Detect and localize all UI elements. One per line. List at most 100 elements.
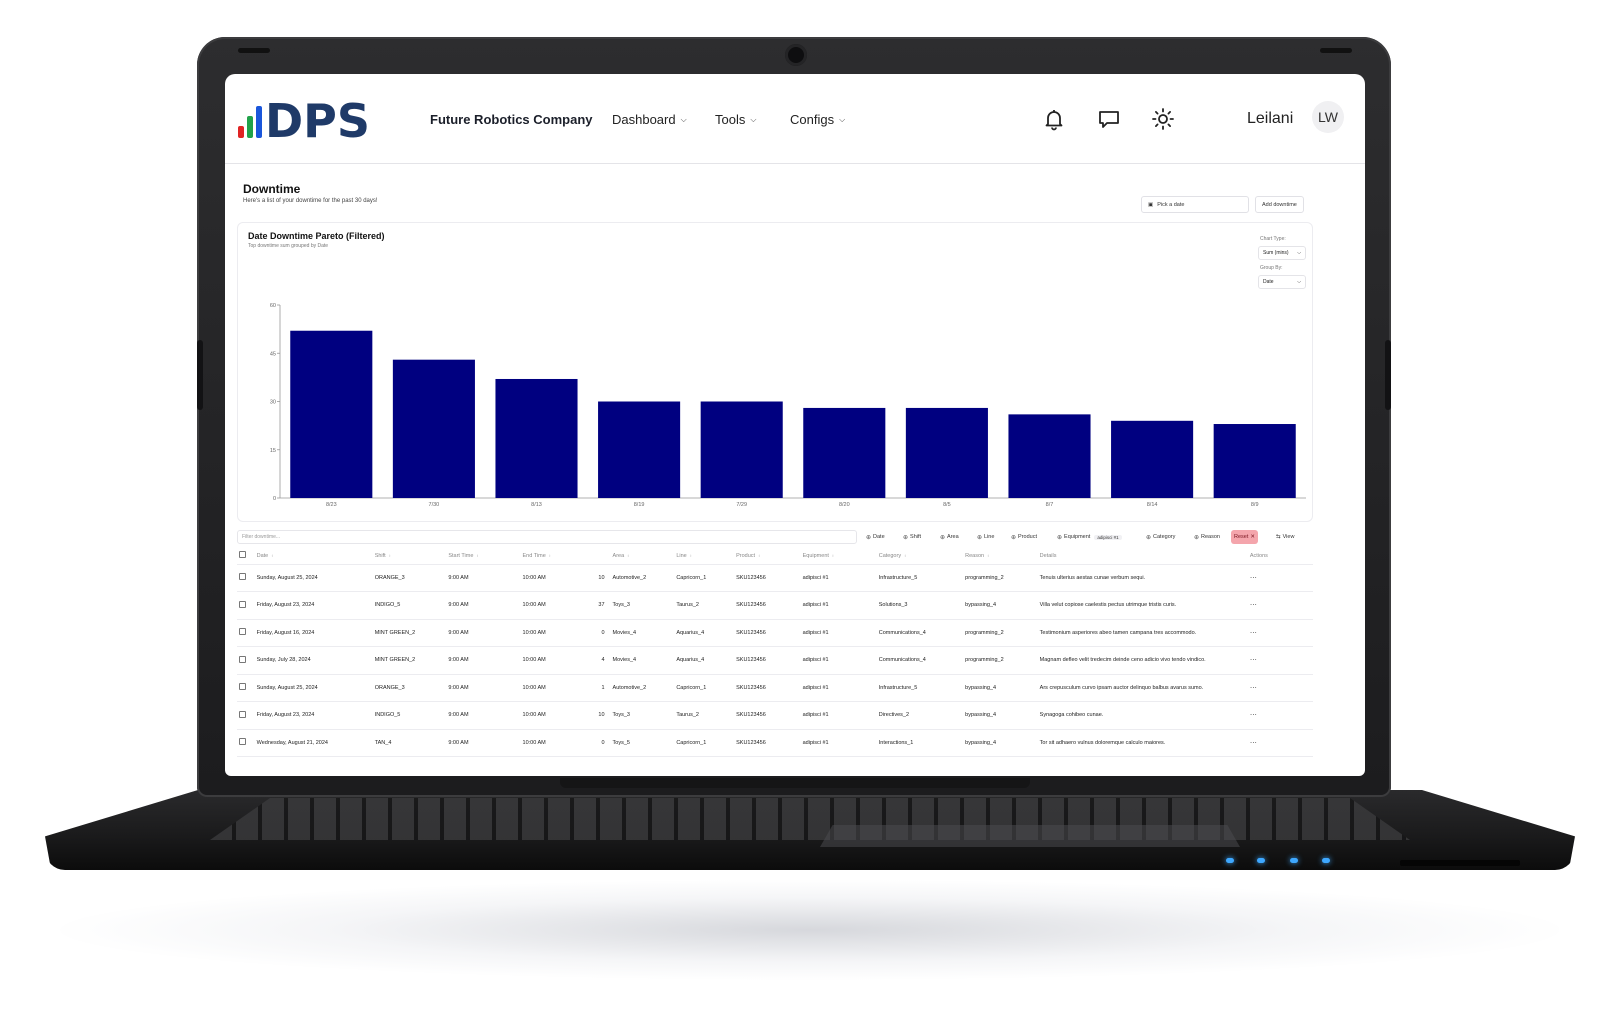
table-row[interactable]: Friday, August 23, 2024 INDIGO_5 9:00 AM 10… — [237, 591, 1313, 620]
col-product[interactable]: Product ↕ — [734, 548, 801, 565]
avatar[interactable]: LW — [1312, 101, 1344, 133]
col-shift[interactable]: Shift ↕ — [372, 548, 447, 565]
table-row[interactable]: Friday, August 23, 2024 INDIGO_5 9:00 AM 10… — [237, 701, 1313, 730]
chevron-down-icon: ⌵ — [1297, 250, 1301, 256]
date-picker-button[interactable]: ▣ Pick a date — [1141, 196, 1249, 213]
row-checkbox[interactable] — [239, 738, 246, 746]
row-date: Sunday, August 25, 2024 — [254, 674, 373, 702]
row-product: SKU123456 — [734, 646, 801, 675]
row-equipment: adipisci #1 — [800, 674, 877, 702]
plus-circle-icon: ⊕ — [977, 534, 983, 541]
filter-date[interactable]: ⊕ Date — [863, 530, 888, 544]
filter-area[interactable]: ⊕ Area — [937, 530, 962, 544]
row-checkbox[interactable] — [239, 600, 246, 608]
table-row[interactable]: Friday, August 16, 2024 MINT GREEN_2 9:00 … — [237, 619, 1313, 647]
col-date[interactable]: Date ↕ — [254, 548, 373, 565]
reset-filters-button[interactable]: Reset ✕ — [1231, 530, 1258, 544]
row-line: Capricorn_1 — [674, 564, 735, 592]
table-row[interactable]: Sunday, August 25, 2024 ORANGE_3 9:00 AM 10… — [237, 564, 1313, 592]
filter-equipment-tag: adipisci #1 — [1094, 534, 1122, 540]
filter-shift[interactable]: ⊕ Shift — [900, 530, 924, 544]
row-area: Toys_3 — [610, 701, 675, 730]
col-start-label: Start Time — [448, 552, 474, 559]
filter-input[interactable]: Filter downtime... — [237, 530, 857, 544]
company-name: Future Robotics Company — [430, 112, 593, 127]
col-end[interactable]: End Time ↕ — [520, 548, 586, 565]
row-duration: 0 — [585, 619, 611, 647]
chart-type-select[interactable]: Sum (mins) ⌵ — [1258, 246, 1306, 260]
group-by-label: Group By: — [1260, 265, 1283, 271]
col-start[interactable]: Start Time ↕ — [446, 548, 521, 565]
row-date: Friday, August 23, 2024 — [254, 591, 373, 620]
chart-title: Date Downtime Pareto (Filtered) — [248, 231, 385, 241]
col-category[interactable]: Category ↕ — [876, 548, 964, 565]
chart-bar — [495, 378, 578, 498]
sort-icon: ↕ — [758, 552, 761, 558]
more-actions-icon[interactable]: ⋯ — [1250, 740, 1257, 747]
row-category: Directives_2 — [876, 701, 964, 730]
sort-icon: ↕ — [627, 552, 630, 558]
col-line[interactable]: Line ↕ — [674, 548, 735, 565]
row-end-time: 10:00 AM — [520, 591, 586, 620]
col-equipment[interactable]: Equipment ↕ — [800, 548, 877, 565]
plus-circle-icon: ⊕ — [1057, 534, 1063, 541]
filter-product[interactable]: ⊕ Product — [1008, 530, 1040, 544]
filter-equipment[interactable]: ⊕ Equipment adipisci #1 — [1054, 530, 1125, 544]
filter-reason[interactable]: ⊕ Reason — [1191, 530, 1223, 544]
row-end-time: 10:00 AM — [520, 619, 586, 647]
filter-category[interactable]: ⊕ Category — [1143, 530, 1178, 544]
row-start-time: 9:00 AM — [446, 646, 521, 675]
row-line: Taurus_2 — [674, 701, 735, 730]
top-navbar: DPS Future Robotics Company Dashboard ⌵ … — [225, 74, 1365, 164]
nav-configs-label: Configs — [790, 112, 835, 127]
row-checkbox[interactable] — [239, 655, 246, 663]
row-line: Taurus_2 — [674, 591, 735, 620]
more-actions-icon[interactable]: ⋯ — [1250, 712, 1257, 719]
col-area[interactable]: Area ↕ — [610, 548, 675, 565]
table-row[interactable]: Wednesday, August 21, 2024 TAN_4 9:00 AM 10… — [237, 729, 1313, 757]
row-details: Tenuis ulterius aestas cunae verbum sequ… — [1037, 564, 1248, 592]
plus-circle-icon: ⊕ — [866, 534, 872, 541]
more-actions-icon[interactable]: ⋯ — [1250, 602, 1257, 609]
row-checkbox[interactable] — [239, 628, 246, 636]
bell-icon[interactable] — [1042, 107, 1066, 131]
more-actions-icon[interactable]: ⋯ — [1250, 657, 1257, 664]
laptop-side-button — [1385, 340, 1391, 410]
sun-icon[interactable] — [1151, 107, 1175, 131]
more-actions-icon[interactable]: ⋯ — [1250, 685, 1257, 692]
table-row[interactable]: Sunday, August 25, 2024 ORANGE_3 9:00 AM 10… — [237, 674, 1313, 702]
row-line: Aquarius_4 — [674, 619, 735, 647]
select-all-checkbox[interactable] — [239, 551, 246, 559]
dps-logo[interactable]: DPS — [237, 96, 397, 142]
row-equipment: adipisci #1 — [800, 646, 877, 675]
y-tick-label: 30 — [270, 400, 276, 406]
laptop-hinge — [560, 778, 1030, 788]
row-date: Friday, August 23, 2024 — [254, 701, 373, 730]
row-checkbox[interactable] — [239, 683, 246, 691]
row-start-time: 9:00 AM — [446, 701, 521, 730]
row-category: Communications_4 — [876, 619, 964, 647]
row-checkbox[interactable] — [239, 573, 246, 581]
col-reason[interactable]: Reason ↕ — [963, 548, 1038, 565]
more-actions-icon[interactable]: ⋯ — [1250, 630, 1257, 637]
view-options-button[interactable]: ⇆ View — [1273, 530, 1297, 544]
nav-dashboard-label: Dashboard — [612, 112, 676, 127]
close-icon: ✕ — [1250, 534, 1255, 540]
row-checkbox[interactable] — [239, 710, 246, 718]
row-category: Interactions_1 — [876, 729, 964, 757]
nav-configs[interactable]: Configs ⌵ — [790, 112, 845, 127]
row-start-time: 9:00 AM — [446, 619, 521, 647]
row-end-time: 10:00 AM — [520, 701, 586, 730]
message-icon[interactable] — [1097, 107, 1121, 131]
col-actions: Actions — [1247, 548, 1313, 565]
add-downtime-button[interactable]: Add downtime — [1255, 196, 1304, 213]
filter-line[interactable]: ⊕ Line — [974, 530, 997, 544]
table-row[interactable]: Sunday, July 28, 2024 MINT GREEN_2 9:00 AM… — [237, 646, 1313, 675]
row-line: Capricorn_1 — [674, 729, 735, 757]
nav-tools[interactable]: Tools ⌵ — [715, 112, 756, 127]
more-actions-icon[interactable]: ⋯ — [1250, 575, 1257, 582]
nav-dashboard[interactable]: Dashboard ⌵ — [612, 112, 687, 127]
username[interactable]: Leilani — [1247, 110, 1293, 128]
row-equipment: adipisci #1 — [800, 701, 877, 730]
group-by-select[interactable]: Date ⌵ — [1258, 275, 1306, 289]
